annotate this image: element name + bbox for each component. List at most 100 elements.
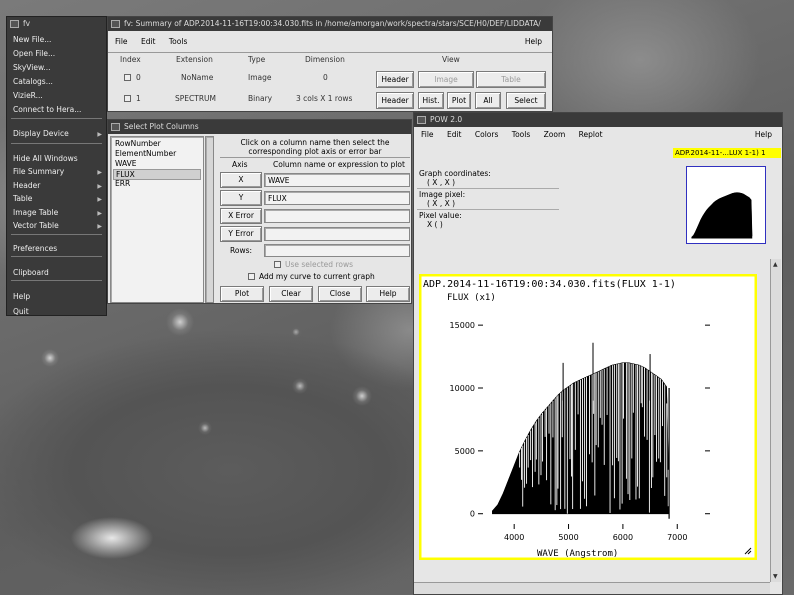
y-tick-label: 15000 [450, 321, 475, 330]
image-button[interactable]: Image [418, 71, 474, 88]
fv-menu-item[interactable]: Preferences [13, 244, 57, 253]
plot-canvas[interactable]: ADP.2014-11-16T19:00:34.030.fits(FLUX 1-… [419, 274, 757, 560]
pow-titlebar[interactable]: POW 2.0 [414, 113, 782, 127]
fv-menu-item[interactable]: Connect to Hera... [13, 105, 81, 114]
select-plot-columns-window: Select Plot Columns RowNumber ElementNumb… [107, 119, 412, 304]
submenu-arrow-icon: ▶ [97, 210, 102, 217]
menu-separator [11, 234, 102, 235]
all-button[interactable]: All [475, 92, 501, 109]
table-button[interactable]: Table [476, 71, 546, 88]
row-type: Image [248, 73, 272, 82]
pow-vertical-scrollbar[interactable]: ▲ ▼ [770, 259, 781, 582]
row-select-checkbox[interactable] [124, 95, 131, 102]
col-header-view: View [442, 55, 460, 64]
column-list-item[interactable]: ERR [113, 179, 201, 188]
plot-button[interactable]: Plot [447, 92, 471, 109]
menu-help[interactable]: Help [755, 128, 772, 142]
graph-selector-badge[interactable]: ADP.2014-11-...LUX 1-1) 1 [673, 148, 781, 158]
window-menu-icon[interactable] [111, 20, 120, 28]
menu-colors[interactable]: Colors [475, 130, 499, 139]
fv-menu-item[interactable]: Header [13, 181, 40, 190]
summary-titlebar[interactable]: fv: Summary of ADP.2014-11-16T19:00:34.0… [108, 17, 552, 31]
y-axis-button[interactable]: Y [220, 190, 262, 206]
column-list-scrollbar[interactable] [205, 136, 214, 303]
fv-menu-item[interactable]: Quit [13, 307, 29, 316]
y-tick-label: 10000 [450, 384, 475, 393]
help-button[interactable]: Help [366, 286, 410, 302]
pow-menubar: File Edit Colors Tools Zoom Replot Help [414, 128, 782, 142]
fv-menu-item[interactable]: File Summary [13, 167, 64, 176]
y-error-button[interactable]: Y Error [220, 226, 262, 242]
menu-tools[interactable]: Tools [512, 130, 530, 139]
submenu-arrow-icon: ▶ [97, 183, 102, 190]
col-header-type: Type [248, 55, 266, 64]
summary-menubar: File Edit Tools Help [108, 35, 552, 49]
header-button[interactable]: Header [376, 71, 414, 88]
y-tick-label: 5000 [455, 447, 475, 456]
use-selected-rows-checkbox[interactable] [274, 261, 281, 268]
y-axis-field[interactable]: FLUX [264, 191, 410, 205]
plot-button[interactable]: Plot [220, 286, 264, 302]
menu-edit[interactable]: Edit [141, 37, 156, 46]
row-index: 1 [136, 94, 141, 103]
thumbnail-preview[interactable] [686, 166, 766, 244]
row-select-checkbox[interactable] [124, 74, 131, 81]
plotcols-title: Select Plot Columns [124, 122, 199, 131]
fv-menu-item[interactable]: Vector Table [13, 221, 59, 230]
window-menu-icon[interactable] [417, 116, 426, 124]
fv-menu-item[interactable]: Help [13, 292, 30, 301]
submenu-arrow-icon: ▶ [97, 223, 102, 230]
fv-menu-item[interactable]: Catalogs... [13, 77, 53, 86]
fv-menu-item[interactable]: New File... [13, 35, 51, 44]
fv-menu-item[interactable]: Open File... [13, 49, 55, 58]
menu-separator [11, 118, 102, 119]
fv-menu-item[interactable]: SkyView... [13, 63, 51, 72]
header-button[interactable]: Header [376, 92, 414, 109]
column-list-item[interactable]: ElementNumber [113, 149, 201, 158]
pow-horizontal-scrollbar[interactable] [414, 582, 770, 594]
row-index: 0 [136, 73, 141, 82]
menu-file[interactable]: File [421, 130, 434, 139]
scroll-up-arrow-icon[interactable]: ▲ [773, 261, 778, 268]
close-button[interactable]: Close [318, 286, 362, 302]
col-header-dimension: Dimension [305, 55, 345, 64]
fv-menu-item[interactable]: Clipboard [13, 268, 49, 277]
fv-menu-item[interactable]: Hide All Windows [13, 154, 78, 163]
fv-menu-item[interactable]: Image Table [13, 208, 58, 217]
window-menu-icon[interactable] [111, 123, 120, 131]
scroll-down-arrow-icon[interactable]: ▼ [773, 573, 778, 580]
select-button[interactable]: Select [506, 92, 546, 109]
x-axis-field[interactable]: WAVE [264, 173, 410, 187]
row-dimension: 0 [323, 73, 328, 82]
fv-menu-item[interactable]: Display Device [13, 129, 69, 138]
menu-help[interactable]: Help [525, 35, 542, 49]
window-menu-icon[interactable] [10, 20, 19, 28]
divider [220, 157, 410, 158]
column-list-item[interactable]: WAVE [113, 159, 201, 168]
row-dimension: 3 cols X 1 rows [296, 94, 353, 103]
image-pixel-value: ( X , X ) [427, 199, 456, 208]
fv-titlebar[interactable]: fv [7, 17, 106, 31]
menu-edit[interactable]: Edit [447, 130, 462, 139]
x-axis-button[interactable]: X [220, 172, 262, 188]
histogram-button[interactable]: Hist. [418, 92, 444, 109]
fv-menu-item[interactable]: Table [13, 194, 32, 203]
y-axis-value: FLUX [268, 194, 287, 203]
menu-file[interactable]: File [115, 37, 128, 46]
y-axis-label: FLUX (x1) [447, 293, 496, 303]
col-header-extension: Extension [176, 55, 213, 64]
fv-menu-item[interactable]: VizieR... [13, 91, 43, 100]
menu-replot[interactable]: Replot [579, 130, 603, 139]
x-error-button[interactable]: X Error [220, 208, 262, 224]
x-error-field[interactable] [264, 209, 410, 223]
column-list[interactable]: RowNumber ElementNumber WAVE FLUX ERR [110, 136, 204, 303]
add-curve-checkbox[interactable] [248, 273, 255, 280]
menu-tools[interactable]: Tools [169, 37, 187, 46]
rows-field[interactable] [264, 244, 410, 257]
graph-coords-value: ( X , X ) [427, 178, 456, 187]
clear-button[interactable]: Clear [269, 286, 313, 302]
plotcols-titlebar[interactable]: Select Plot Columns [108, 120, 411, 134]
menu-zoom[interactable]: Zoom [544, 130, 566, 139]
y-error-field[interactable] [264, 227, 410, 241]
column-list-item[interactable]: RowNumber [113, 139, 201, 148]
